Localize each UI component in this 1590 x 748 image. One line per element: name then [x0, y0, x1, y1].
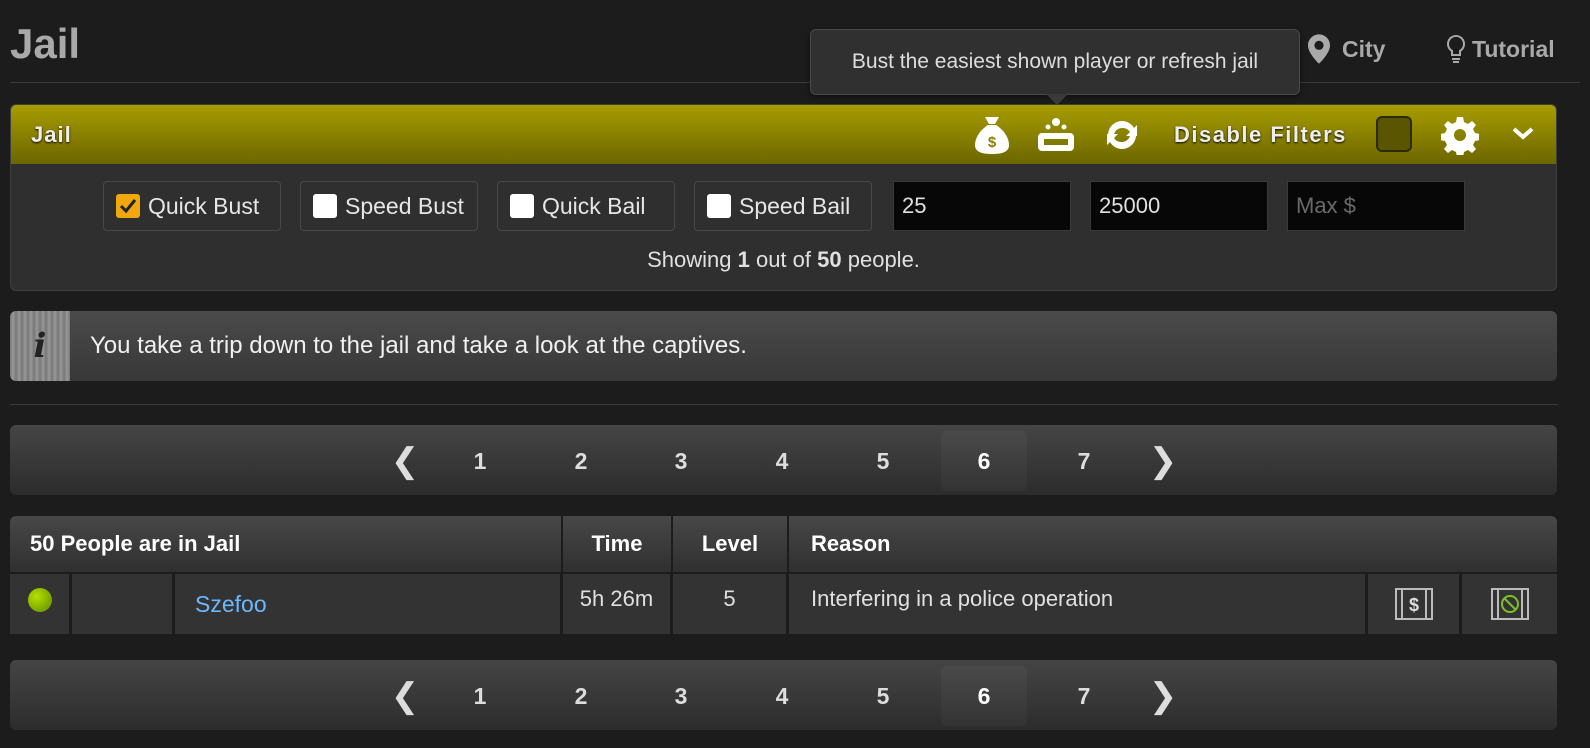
status-cell: [10, 574, 72, 636]
table-row: Szefoo 5h 26m 5 Interfering in a police …: [10, 574, 1557, 638]
header-level[interactable]: Level: [673, 516, 789, 572]
speed-bust-check[interactable]: [313, 194, 337, 218]
reason-cell: Interfering in a police operation: [789, 574, 1368, 636]
speed-bail-label: Speed Bail: [739, 192, 851, 219]
showing-count: Showing 1 out of 50 people.: [11, 247, 1556, 273]
jail-table: 50 People are in Jail Time Level Reason …: [10, 516, 1557, 638]
quick-bust-check[interactable]: [116, 194, 140, 218]
page-3[interactable]: 3: [638, 431, 724, 491]
tooltip-arrow: [1046, 94, 1068, 105]
lightbulb-icon: [1446, 34, 1466, 63]
next-page-button[interactable]: ❯: [1143, 666, 1183, 726]
bust-icon[interactable]: [1037, 115, 1075, 160]
city-link-label: City: [1342, 35, 1386, 62]
page-7[interactable]: 7: [1041, 666, 1127, 726]
chevron-down-icon[interactable]: [1511, 121, 1535, 150]
page-4[interactable]: 4: [739, 666, 825, 726]
city-link[interactable]: City: [1308, 34, 1385, 64]
quick-bail-label: Quick Bail: [542, 192, 646, 219]
map-pin-icon: [1308, 34, 1330, 64]
refresh-icon[interactable]: [1103, 115, 1141, 160]
page-5[interactable]: 5: [840, 666, 926, 726]
tutorial-link[interactable]: Tutorial: [1446, 34, 1555, 64]
header-divider: [10, 82, 1580, 83]
level-cell: 5: [673, 574, 789, 636]
table-header: 50 People are in Jail Time Level Reason: [10, 516, 1557, 574]
disable-filters-label: Disable Filters: [1174, 122, 1347, 147]
faction-cell: [72, 574, 175, 636]
quick-bail-check[interactable]: [510, 194, 534, 218]
info-icon: i: [10, 311, 70, 381]
speed-bail-checkbox[interactable]: Speed Bail: [694, 181, 872, 231]
page-5[interactable]: 5: [840, 431, 926, 491]
max-level-input[interactable]: [1090, 181, 1268, 231]
bust-tooltip: Bust the easiest shown player or refresh…: [810, 29, 1300, 95]
showing-total: 50: [817, 247, 842, 272]
panel-title: Jail: [31, 121, 72, 147]
showing-prefix: Showing: [647, 247, 732, 272]
showing-suffix: people.: [847, 247, 920, 272]
bail-cell: $: [1368, 574, 1462, 636]
gear-icon[interactable]: [1440, 115, 1480, 160]
checkmark-icon: [119, 199, 137, 214]
page-title: Jail: [10, 20, 81, 67]
section-divider: [10, 404, 1558, 405]
speed-bail-check[interactable]: [707, 194, 731, 218]
header-people: 50 People are in Jail: [10, 516, 563, 572]
info-banner: i You take a trip down to the jail and t…: [10, 311, 1557, 381]
prev-page-button[interactable]: ❮: [385, 431, 425, 491]
svg-text:$: $: [1408, 595, 1418, 615]
bust-cell: [1462, 574, 1557, 636]
player-name-link[interactable]: Szefoo: [195, 591, 267, 618]
tutorial-link-label: Tutorial: [1472, 35, 1555, 62]
quick-bust-label: Quick Bust: [148, 192, 260, 219]
page-2[interactable]: 2: [538, 431, 624, 491]
max-money-input[interactable]: [1287, 181, 1465, 231]
page-7[interactable]: 7: [1041, 431, 1127, 491]
page-1[interactable]: 1: [437, 666, 523, 726]
showing-shown: 1: [737, 247, 750, 272]
player-cell: Szefoo: [175, 574, 563, 636]
page-2[interactable]: 2: [538, 666, 624, 726]
jail-panel: Jail $ Disable Filters Quick Bust Speed: [10, 104, 1557, 291]
showing-middle: out of: [755, 247, 811, 272]
pagination-top: ❮ 1 2 3 4 5 6 7 ❯: [10, 425, 1557, 495]
bust-jail-icon[interactable]: [1490, 587, 1530, 621]
page-6-active[interactable]: 6: [941, 666, 1027, 726]
quick-bail-checkbox[interactable]: Quick Bail: [497, 181, 675, 231]
page-4[interactable]: 4: [739, 431, 825, 491]
prev-page-button[interactable]: ❮: [385, 666, 425, 726]
svg-text:$: $: [988, 134, 997, 151]
panel-header: Jail $ Disable Filters: [11, 105, 1556, 164]
money-bag-icon[interactable]: $: [973, 115, 1011, 160]
speed-bust-label: Speed Bust: [345, 192, 464, 219]
page-3[interactable]: 3: [638, 666, 724, 726]
quick-bust-checkbox[interactable]: Quick Bust: [103, 181, 281, 231]
online-status-icon: [28, 588, 52, 612]
next-page-button[interactable]: ❯: [1143, 431, 1183, 491]
min-level-input[interactable]: [893, 181, 1071, 231]
speed-bust-checkbox[interactable]: Speed Bust: [300, 181, 478, 231]
header-time[interactable]: Time: [563, 516, 673, 572]
page-1[interactable]: 1: [437, 431, 523, 491]
disable-filters-toggle[interactable]: [1376, 116, 1412, 152]
page-6-active[interactable]: 6: [941, 431, 1027, 491]
bail-jail-icon[interactable]: $: [1394, 587, 1434, 621]
time-cell: 5h 26m: [563, 574, 673, 636]
info-text: You take a trip down to the jail and tak…: [90, 332, 747, 359]
pagination-bottom: ❮ 1 2 3 4 5 6 7 ❯: [10, 660, 1557, 730]
header-reason: Reason: [811, 531, 891, 556]
